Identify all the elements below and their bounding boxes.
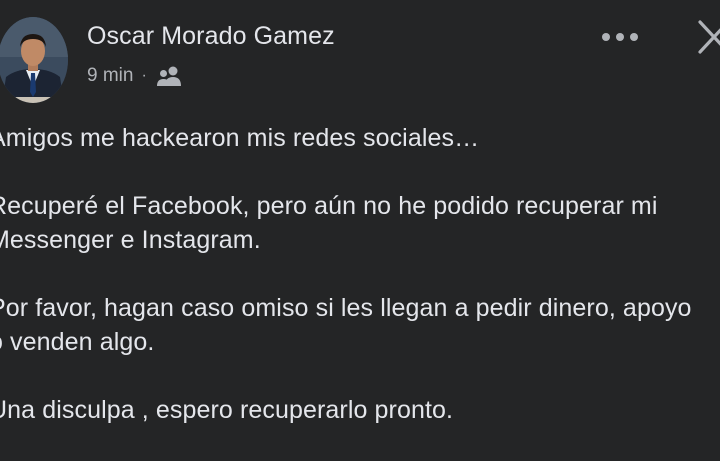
post-header: Oscar Morado Gamez 9 min · [0, 0, 720, 110]
timestamp[interactable]: 9 min [87, 65, 133, 87]
more-options-button[interactable] [594, 22, 646, 52]
post-paragraph: Amigos me hackearon mis redes sociales… [0, 124, 480, 152]
friends-icon[interactable] [156, 65, 182, 87]
avatar-photo [0, 17, 68, 103]
post-paragraph: Messenger e Instagram. [0, 226, 261, 254]
meta-separator: · [141, 67, 147, 84]
author-name[interactable]: Oscar Morado Gamez [87, 22, 335, 51]
close-button[interactable] [694, 16, 720, 58]
post-paragraph: Una disculpa , espero recuperarlo pronto… [0, 396, 454, 424]
more-dots-icon [602, 33, 638, 41]
post-text: Amigos me hackearon mis redes sociales… … [0, 121, 720, 461]
post-paragraph: o venden algo. [0, 328, 155, 356]
close-icon [698, 20, 720, 54]
post-paragraph: Por favor, hagan caso omiso si les llega… [0, 294, 692, 322]
avatar[interactable] [0, 17, 68, 103]
post-meta: 9 min · [87, 64, 182, 88]
post-paragraph: Recuperé el Facebook, pero aún no he pod… [0, 192, 658, 220]
